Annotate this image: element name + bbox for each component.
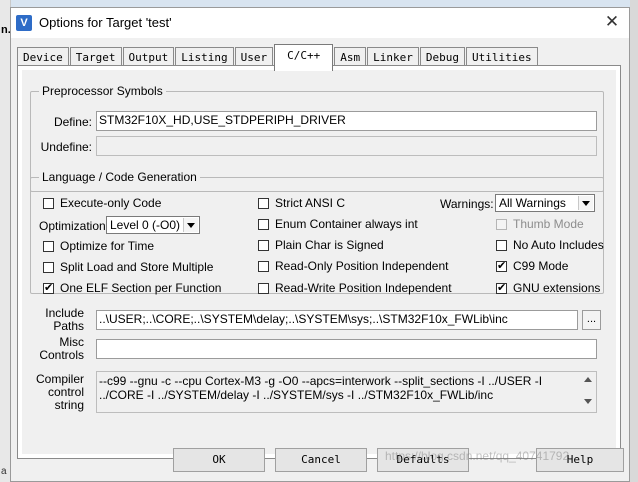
execute-only-box[interactable] [43, 197, 54, 209]
scroll-up-icon[interactable] [581, 374, 595, 386]
c99-mode-checkbox[interactable]: C99 Mode [496, 259, 568, 273]
compiler-control-label: Compiler control string [28, 373, 84, 412]
undefine-field[interactable] [96, 136, 597, 156]
include-paths-browse-button[interactable]: ... [582, 310, 601, 330]
gnu-extensions-checkbox[interactable]: GNU extensions [496, 281, 600, 295]
cancel-button[interactable]: Cancel [275, 448, 367, 472]
one-elf-section-box[interactable] [43, 281, 54, 294]
strict-ansi-checkbox[interactable]: Strict ANSI C [258, 196, 345, 210]
compiler-control-string[interactable]: --c99 --gnu -c --cpu Cortex-M3 -g -O0 --… [96, 371, 597, 413]
thumb-mode-box[interactable] [496, 218, 507, 230]
gnu-extensions-label: GNU extensions [513, 281, 601, 295]
plain-char-checkbox[interactable]: Plain Char is Signed [258, 238, 384, 252]
compiler-control-label-line1: Compiler [35, 372, 84, 386]
include-paths-field[interactable]: ..\USER;..\CORE;..\SYSTEM\delay;..\SYSTE… [96, 310, 578, 330]
background-right-edge [630, 0, 638, 482]
c-cpp-tab-panel: Preprocessor Symbols Define: STM32F10X_H… [17, 65, 621, 459]
no-auto-includes-box[interactable] [496, 239, 507, 251]
undefine-label: Undefine: [40, 140, 92, 154]
compiler-control-label-line3: string [54, 398, 84, 412]
gnu-extensions-box[interactable] [496, 281, 507, 294]
background-toolbar [0, 0, 638, 7]
c99-mode-box[interactable] [496, 259, 507, 272]
split-load-store-checkbox[interactable]: Split Load and Store Multiple [43, 260, 213, 274]
one-elf-section-checkbox[interactable]: One ELF Section per Function [43, 281, 221, 295]
optimize-for-time-checkbox[interactable]: Optimize for Time [43, 239, 154, 253]
split-load-store-label: Split Load and Store Multiple [60, 260, 214, 274]
misc-controls-label-line2: Controls [39, 348, 84, 362]
strict-ansi-label: Strict ANSI C [275, 196, 346, 210]
optimize-for-time-label: Optimize for Time [60, 239, 155, 253]
ok-button[interactable]: OK [173, 448, 265, 472]
ro-pi-box[interactable] [258, 260, 269, 272]
plain-char-box[interactable] [258, 239, 269, 251]
dialog-client: Device Target Output Listing User C/C++ … [11, 38, 629, 481]
compiler-control-text: --c99 --gnu -c --cpu Cortex-M3 -g -O0 --… [99, 374, 543, 402]
warnings-label: Warnings: [440, 197, 494, 211]
compiler-control-label-line2: control [47, 385, 84, 399]
warnings-value: All Warnings [499, 196, 566, 210]
one-elf-section-label: One ELF Section per Function [60, 281, 222, 295]
options-dialog: V Options for Target 'test' ✕ Device Tar… [10, 7, 630, 482]
no-auto-includes-checkbox[interactable]: No Auto Includes [496, 238, 604, 252]
define-field[interactable]: STM32F10X_HD,USE_STDPERIPH_DRIVER [96, 111, 597, 131]
tab-c-cpp[interactable]: C/C++ [274, 44, 334, 71]
enum-container-checkbox[interactable]: Enum Container always int [258, 217, 418, 231]
thumb-mode-checkbox[interactable]: Thumb Mode [496, 217, 584, 231]
ro-pi-checkbox[interactable]: Read-Only Position Independent [258, 259, 448, 273]
include-paths-label-line1: Include [45, 306, 84, 320]
tab-strip: Device Target Output Listing User C/C++ … [17, 44, 539, 71]
optimize-for-time-box[interactable] [43, 240, 54, 252]
optimization-select[interactable]: Level 0 (-O0) [106, 216, 200, 234]
enum-container-label: Enum Container always int [275, 217, 418, 231]
plain-char-label: Plain Char is Signed [275, 238, 384, 252]
split-load-store-box[interactable] [43, 261, 54, 273]
preprocessor-legend: Preprocessor Symbols [39, 84, 166, 98]
enum-container-box[interactable] [258, 218, 269, 230]
c99-mode-label: C99 Mode [513, 259, 569, 273]
chevron-down-icon[interactable] [183, 218, 198, 232]
watermark: https://blog.csdn.net/qq_40741792 [385, 449, 570, 463]
language-legend: Language / Code Generation [39, 170, 200, 184]
misc-controls-label: Misc Controls [28, 336, 84, 362]
rw-pi-label: Read-Write Position Independent [275, 281, 452, 295]
thumb-mode-label: Thumb Mode [513, 217, 584, 231]
scroll-down-icon[interactable] [581, 396, 595, 408]
misc-controls-label-line1: Misc [59, 335, 84, 349]
include-paths-label-line2: Paths [53, 319, 84, 333]
warnings-select[interactable]: All Warnings [495, 194, 595, 212]
rw-pi-box[interactable] [258, 282, 269, 294]
optimization-label: Optimization: [39, 219, 110, 233]
strict-ansi-box[interactable] [258, 197, 269, 209]
include-paths-label: Include Paths [28, 307, 84, 333]
no-auto-includes-label: No Auto Includes [513, 238, 604, 252]
misc-controls-field[interactable] [96, 339, 597, 359]
rw-pi-checkbox[interactable]: Read-Write Position Independent [258, 281, 452, 295]
keil-app-icon: V [16, 15, 32, 31]
dialog-title: Options for Target 'test' [39, 15, 172, 30]
execute-only-label: Execute-only Code [60, 196, 162, 210]
close-button[interactable]: ✕ [599, 10, 625, 34]
background-bottom-label: a [1, 466, 7, 477]
dialog-titlebar[interactable]: V Options for Target 'test' ✕ [11, 8, 629, 38]
optimization-value: Level 0 (-O0) [110, 218, 181, 232]
define-label: Define: [53, 115, 92, 129]
chevron-down-icon[interactable] [578, 196, 593, 210]
execute-only-checkbox[interactable]: Execute-only Code [43, 196, 161, 210]
ro-pi-label: Read-Only Position Independent [275, 259, 449, 273]
